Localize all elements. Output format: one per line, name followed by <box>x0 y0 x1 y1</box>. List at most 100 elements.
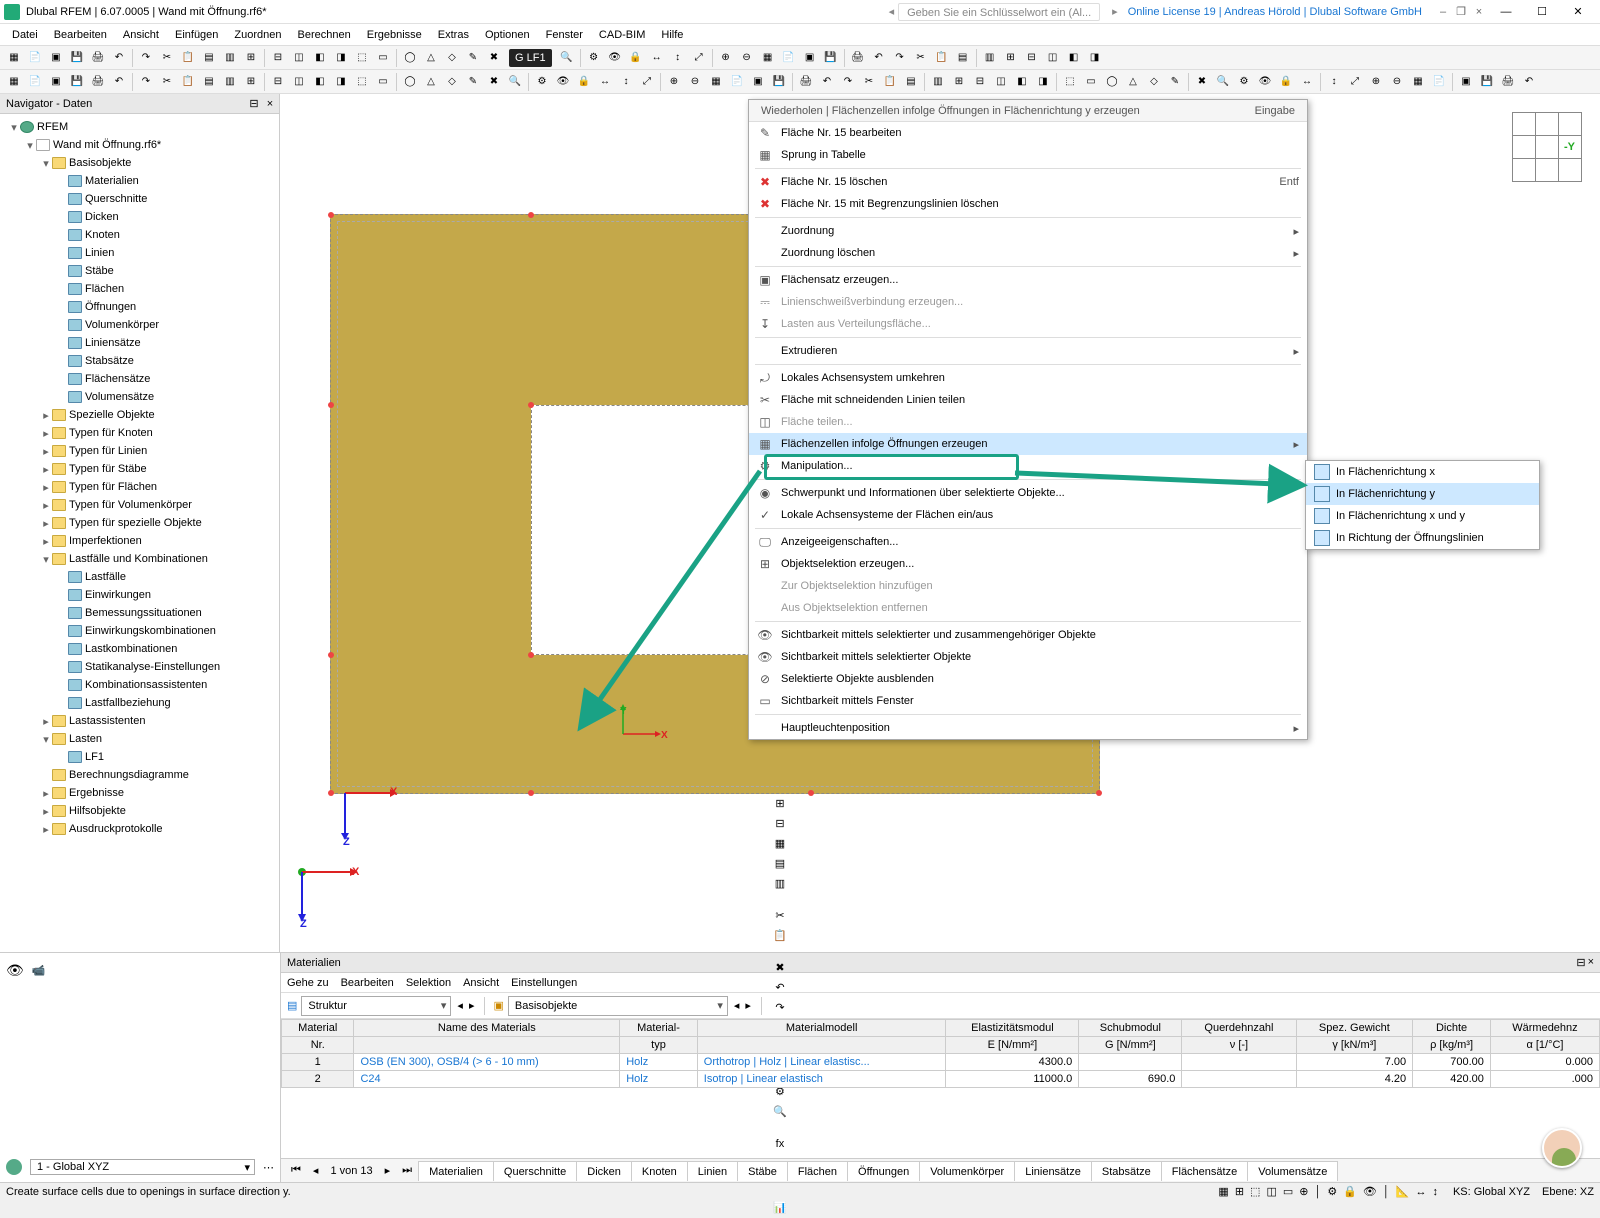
tree-item[interactable]: ▸Typen für spezielle Objekte <box>4 514 275 532</box>
submenu-item[interactable]: In Flächenrichtung y <box>1306 483 1539 505</box>
toolbar-btn[interactable]: ◨ <box>1085 48 1105 68</box>
tree-item[interactable]: ▾Basisobjekte <box>4 154 275 172</box>
menu-bearbeiten[interactable]: Bearbeiten <box>46 29 115 41</box>
toolbar-btn[interactable]: ▥ <box>928 72 948 92</box>
toolbar-btn[interactable]: ⊞ <box>241 72 261 92</box>
menu-fenster[interactable]: Fenster <box>538 29 591 41</box>
window-close[interactable]: ✕ <box>1560 0 1596 24</box>
tree-item[interactable]: Linien <box>4 244 275 262</box>
tree-item[interactable]: ▸Typen für Knoten <box>4 424 275 442</box>
loadcase-badge[interactable]: G LF1 <box>509 49 552 67</box>
tables-tool[interactable]: ▤ <box>770 854 790 874</box>
toolbar-btn[interactable]: ◫ <box>289 72 309 92</box>
menu-optionen[interactable]: Optionen <box>477 29 538 41</box>
toolbar-btn[interactable]: ✂ <box>911 48 931 68</box>
toolbar-btn[interactable]: ↔ <box>1297 72 1317 92</box>
toolbar-btn[interactable]: ✂ <box>157 48 177 68</box>
toolbar-btn[interactable]: ↶ <box>869 48 889 68</box>
status-tool[interactable]: ▦ <box>1215 1186 1231 1198</box>
table-tab[interactable]: Öffnungen <box>847 1161 920 1181</box>
status-toolbar[interactable]: ▦⊞⬚◫▭⊕│⚙🔒👁│📐↔↕ <box>1215 1185 1441 1198</box>
toolbar-btn[interactable]: ↷ <box>136 72 156 92</box>
toolbar-btn[interactable]: ▭ <box>1081 72 1101 92</box>
toolbar-btn[interactable]: 🖨 <box>848 48 868 68</box>
tree-item[interactable]: ▸Typen für Volumenkörper <box>4 496 275 514</box>
toolbar-btn[interactable]: 🖨 <box>88 48 108 68</box>
toolbar-btn[interactable]: ▦ <box>706 72 726 92</box>
search-next-icon[interactable]: ▸ <box>1112 5 1118 18</box>
toolbar-btn[interactable]: ⚙ <box>584 48 604 68</box>
tree-item[interactable]: Knoten <box>4 226 275 244</box>
tree-item[interactable]: ▸Hilfsobjekte <box>4 802 275 820</box>
status-tool[interactable]: 🔒 <box>1340 1186 1360 1198</box>
toolbar-btn[interactable]: ◧ <box>310 72 330 92</box>
context-menu-item[interactable]: ✎Fläche Nr. 15 bearbeiten <box>749 122 1307 144</box>
toolbar-btn[interactable]: ⊕ <box>1366 72 1386 92</box>
toolbar-btn[interactable]: ▥ <box>220 48 240 68</box>
status-tool[interactable]: ⚙ <box>1324 1186 1340 1198</box>
toolbar-btn[interactable]: ▣ <box>748 72 768 92</box>
tables-tool[interactable]: ↷ <box>770 998 790 1018</box>
toolbar-btn[interactable]: ◧ <box>1012 72 1032 92</box>
visibility-icon[interactable]: 👁 <box>6 962 24 979</box>
tree-item[interactable]: ▸Spezielle Objekte <box>4 406 275 424</box>
context-menu-item[interactable]: ⤾Lokales Achsensystem umkehren <box>749 367 1307 389</box>
inner-restore-icon[interactable]: ❐ <box>1452 5 1470 18</box>
menu-cad-bim[interactable]: CAD-BIM <box>591 29 653 41</box>
toolbar-btn[interactable]: 💾 <box>821 48 841 68</box>
menu-hilfe[interactable]: Hilfe <box>653 29 691 41</box>
tables-tool[interactable]: ✂ <box>770 906 790 926</box>
table-tab[interactable]: Liniensätze <box>1014 1161 1092 1181</box>
toolbar-btn[interactable]: ✖ <box>484 48 504 68</box>
toolbar-btn[interactable]: ◯ <box>400 48 420 68</box>
tables-tool[interactable]: ⊟ <box>770 814 790 834</box>
toolbar-btn[interactable]: 🔍 <box>1213 72 1233 92</box>
toolbar-btn[interactable]: ▦ <box>4 48 24 68</box>
table-cell[interactable]: 1 <box>282 1054 354 1071</box>
table-tab[interactable]: Materialien <box>418 1161 494 1181</box>
status-tool[interactable]: 📐 <box>1393 1186 1413 1198</box>
table-tab[interactable]: Stabsätze <box>1091 1161 1162 1181</box>
keyword-search[interactable]: Geben Sie ein Schlüsselwort ein (Al... <box>898 3 1100 21</box>
tables-tool[interactable]: ⊞ <box>770 794 790 814</box>
tree-item[interactable]: Stäbe <box>4 262 275 280</box>
context-menu-item[interactable]: ▣Flächensatz erzeugen... <box>749 269 1307 291</box>
tree-item[interactable]: ▾Wand mit Öffnung.rf6* <box>4 136 275 154</box>
toolbar-btn[interactable]: ✎ <box>463 48 483 68</box>
toolbar-btn[interactable]: ⤢ <box>637 72 657 92</box>
camera-icon[interactable]: 📹 <box>32 964 46 977</box>
tree-item[interactable]: ▸Ausdruckprotokolle <box>4 820 275 838</box>
tree-item[interactable]: ▾Lasten <box>4 730 275 748</box>
toolbar-btn[interactable]: ⊟ <box>1022 48 1042 68</box>
tree-item[interactable]: LF1 <box>4 748 275 766</box>
tree-item[interactable]: ▸Imperfektionen <box>4 532 275 550</box>
tree-item[interactable]: ▾Lastfälle und Kombinationen <box>4 550 275 568</box>
context-menu-item[interactable]: Extrudieren▸ <box>749 340 1307 362</box>
context-menu-item[interactable]: ✖Fläche Nr. 15 löschenEntf <box>749 171 1307 193</box>
toolbar-btn[interactable]: ▥ <box>220 72 240 92</box>
toolbar-btn[interactable]: △ <box>421 48 441 68</box>
inner-minimize-icon[interactable]: – <box>1434 6 1452 18</box>
toolbar-btn[interactable]: ▣ <box>800 48 820 68</box>
toolbar-btn[interactable]: 🔒 <box>626 48 646 68</box>
toolbar-btn[interactable]: ▥ <box>980 48 1000 68</box>
toolbar-btn[interactable]: ⊞ <box>1001 48 1021 68</box>
toolbar-btn[interactable]: ◧ <box>310 48 330 68</box>
table-cell[interactable] <box>1182 1054 1296 1071</box>
tree-item[interactable]: ▾RFEM <box>4 118 275 136</box>
toolbar-btn[interactable]: ▣ <box>1456 72 1476 92</box>
basisobjects-combo[interactable]: Basisobjekte <box>508 996 728 1016</box>
status-tool[interactable]: 👁 <box>1360 1186 1380 1198</box>
toolbar-btn[interactable]: 🖨 <box>796 72 816 92</box>
toolbar-btn[interactable]: ✎ <box>463 72 483 92</box>
table-cell[interactable]: 4300.0 <box>946 1054 1079 1071</box>
basis-icon[interactable]: ▣ <box>493 999 503 1012</box>
toolbar-btn[interactable]: 🖨 <box>1498 72 1518 92</box>
toolbar-btn[interactable]: 📄 <box>25 48 45 68</box>
toolbar-btn[interactable]: 📄 <box>25 72 45 92</box>
tree-item[interactable]: Kombinationsassistenten <box>4 676 275 694</box>
tables-menu-item[interactable]: Bearbeiten <box>341 977 394 989</box>
toolbar-btn[interactable]: 👁 <box>1255 72 1275 92</box>
table-cell[interactable]: 420.00 <box>1413 1071 1491 1088</box>
toolbar-btn[interactable]: ⊟ <box>268 72 288 92</box>
